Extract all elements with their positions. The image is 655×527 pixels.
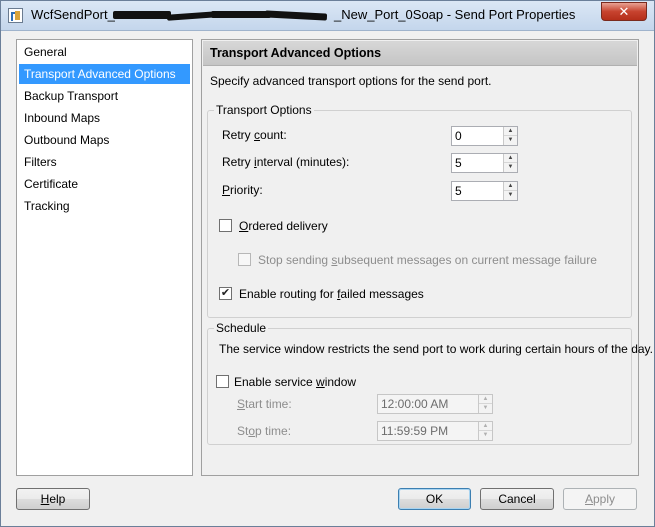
nav-item-label: Backup Transport — [24, 89, 119, 103]
spin-down-icon[interactable]: ▼ — [504, 191, 517, 200]
retry-count-value: 0 — [455, 129, 462, 143]
spin-up-icon[interactable]: ▲ — [479, 422, 492, 431]
ok-button[interactable]: OK — [398, 488, 471, 510]
close-icon: ✕ — [618, 4, 630, 19]
nav-item-inbound-maps[interactable]: Inbound Maps — [19, 108, 190, 128]
stop-time-label: Stop time: — [237, 424, 292, 438]
nav-item-tracking[interactable]: Tracking — [19, 196, 190, 216]
enable-routing-checkbox[interactable]: ✔ — [219, 287, 232, 300]
group-title: Schedule — [214, 321, 269, 335]
spin-down-icon[interactable]: ▼ — [479, 404, 492, 413]
nav-item-transport-advanced-options[interactable]: Transport Advanced Options — [19, 64, 190, 84]
priority-label: Priority: — [222, 183, 263, 197]
retry-interval-value: 5 — [455, 156, 462, 170]
nav-item-label: Certificate — [24, 177, 79, 191]
spin-up-icon[interactable]: ▲ — [504, 127, 517, 136]
enable-service-window-checkbox[interactable] — [216, 375, 229, 388]
enable-routing-label[interactable]: Enable routing for failed messages — [239, 287, 424, 301]
spin-down-icon[interactable]: ▼ — [479, 431, 492, 440]
nav-item-label: Transport Advanced Options — [24, 67, 176, 81]
stop-time-picker[interactable]: 11:59:59 PM ▲ ▼ — [377, 421, 493, 441]
panel-description: Specify advanced transport options for t… — [210, 74, 492, 88]
ordered-delivery-label[interactable]: Ordered delivery — [239, 219, 328, 233]
checkmark-icon: ✔ — [220, 287, 231, 299]
enable-service-window-label[interactable]: Enable service window — [234, 375, 356, 389]
apply-button[interactable]: Apply — [563, 488, 637, 510]
retry-interval-label: Retry interval (minutes): — [222, 155, 350, 169]
page-navigation-list: General Transport Advanced Options Backu… — [16, 39, 193, 476]
nav-item-backup-transport[interactable]: Backup Transport — [19, 86, 190, 106]
retry-count-label: Retry count: — [222, 128, 287, 142]
transport-options-group: Transport Options Retry count: 0 ▲ ▼ Ret… — [207, 103, 632, 318]
nav-item-label: Filters — [24, 155, 57, 169]
spin-down-icon[interactable]: ▼ — [504, 136, 517, 145]
title-bar[interactable]: WcfSendPort_ _New_Port_0Soap - Send Port… — [1, 1, 654, 31]
nav-item-label: Tracking — [24, 199, 70, 213]
schedule-group: Schedule The service window restricts th… — [207, 321, 653, 445]
close-button[interactable]: ✕ — [601, 2, 647, 21]
help-button[interactable]: Help — [16, 488, 90, 510]
spin-up-icon[interactable]: ▲ — [479, 395, 492, 404]
spin-up-icon[interactable]: ▲ — [504, 154, 517, 163]
priority-value: 5 — [455, 184, 462, 198]
schedule-description: The service window restricts the send po… — [219, 342, 653, 356]
spin-down-icon[interactable]: ▼ — [504, 163, 517, 172]
panel-header: Transport Advanced Options — [203, 41, 637, 66]
retry-interval-spinner[interactable]: 5 ▲ ▼ — [451, 153, 518, 173]
retry-count-spinner[interactable]: 0 ▲ ▼ — [451, 126, 518, 146]
transport-advanced-options-panel: Transport Advanced Options Specify advan… — [201, 39, 653, 476]
window-title: WcfSendPort_ — [31, 7, 115, 22]
stop-time-value: 11:59:59 PM — [381, 424, 449, 438]
send-port-properties-dialog: WcfSendPort_ _New_Port_0Soap - Send Port… — [0, 0, 655, 527]
start-time-label: Start time: — [237, 397, 292, 411]
cancel-button[interactable]: Cancel — [480, 488, 554, 510]
spin-up-icon[interactable]: ▲ — [504, 182, 517, 191]
stop-sending-checkbox[interactable] — [238, 253, 251, 266]
group-title: Transport Options — [214, 103, 314, 117]
window-title-prefix: WcfSendPort_ — [31, 7, 115, 22]
window-title-suffix: _New_Port_0Soap - Send Port Properties — [334, 7, 576, 22]
stop-sending-label[interactable]: Stop sending subsequent messages on curr… — [258, 253, 597, 267]
nav-item-general[interactable]: General — [19, 42, 190, 62]
title-redaction — [113, 9, 333, 21]
nav-item-certificate[interactable]: Certificate — [19, 174, 190, 194]
start-time-picker[interactable]: 12:00:00 AM ▲ ▼ — [377, 394, 493, 414]
nav-item-label: General — [24, 45, 67, 59]
app-icon — [8, 8, 23, 23]
nav-item-filters[interactable]: Filters — [19, 152, 190, 172]
priority-spinner[interactable]: 5 ▲ ▼ — [451, 181, 518, 201]
start-time-value: 12:00:00 AM — [381, 397, 449, 411]
nav-item-outbound-maps[interactable]: Outbound Maps — [19, 130, 190, 150]
ordered-delivery-checkbox[interactable] — [219, 219, 232, 232]
nav-item-label: Outbound Maps — [24, 133, 110, 147]
nav-item-label: Inbound Maps — [24, 111, 101, 125]
